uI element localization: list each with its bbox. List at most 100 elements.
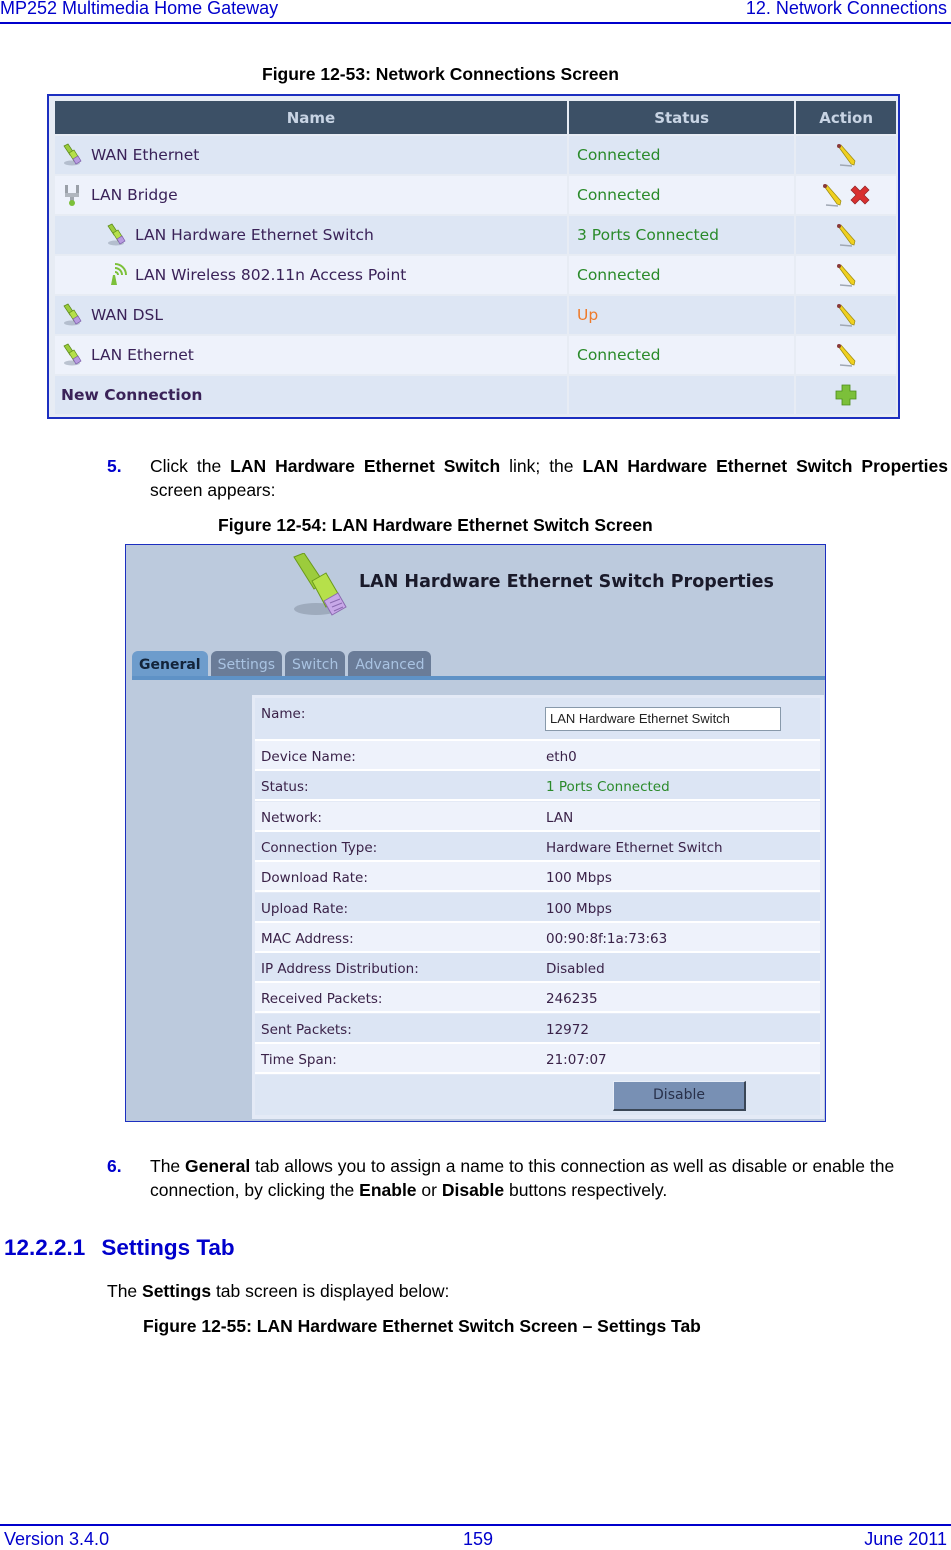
- property-value: 00:90:8f:1a:73:63: [546, 930, 668, 947]
- text-run: link; the: [500, 456, 583, 476]
- status-cell: Up: [569, 296, 795, 334]
- property-row: Device Name: eth0: [255, 741, 820, 771]
- text-run: Click the: [150, 456, 231, 476]
- button-row: Disable: [255, 1075, 820, 1115]
- col-header-name[interactable]: Name: [55, 101, 567, 134]
- text-run: The: [150, 1156, 186, 1176]
- name-label: Name:: [261, 706, 306, 722]
- connection-link[interactable]: LAN Wireless 802.11n Access Point: [135, 266, 406, 284]
- connection-link[interactable]: WAN Ethernet: [91, 146, 199, 164]
- connection-link[interactable]: WAN DSL: [91, 306, 163, 324]
- text-run: or: [416, 1180, 442, 1200]
- property-label: Download Rate:: [261, 870, 368, 887]
- connection-name[interactable]: WAN Ethernet: [61, 143, 567, 167]
- chapter-title: 12. Network Connections: [745, 0, 947, 18]
- tab-advanced[interactable]: Advanced: [348, 651, 432, 677]
- step-5-text: Click the LAN Hardware Ethernet Switch l…: [150, 454, 948, 502]
- footer-version: Version 3.4.0: [4, 1529, 110, 1549]
- connections-table: Name Status Action WAN Ethernet Connected…: [53, 99, 898, 416]
- property-row: Time Span: 21:07:07: [255, 1044, 820, 1074]
- ethernet-cable-icon: [61, 303, 85, 327]
- property-row: Upload Rate: 100 Mbps: [255, 892, 820, 923]
- property-row: Network: LAN: [255, 801, 820, 832]
- col-header-status[interactable]: Status: [569, 101, 795, 134]
- property-row: MAC Address: 00:90:8f:1a:73:63: [255, 922, 820, 953]
- connection-name[interactable]: LAN Hardware Ethernet Switch: [61, 223, 567, 247]
- property-label: Sent Packets:: [261, 1021, 352, 1038]
- status-cell: Connected: [569, 176, 795, 214]
- bold-term: General: [185, 1156, 251, 1176]
- property-value: 100 Mbps: [546, 870, 612, 887]
- section-heading: 12.2.2.1 Settings Tab: [4, 1235, 235, 1261]
- delete-icon[interactable]: [848, 183, 872, 207]
- table-row: LAN Hardware Ethernet Switch 3 Ports Conn…: [55, 216, 896, 254]
- connection-name[interactable]: LAN Bridge: [61, 183, 567, 207]
- edit-icon[interactable]: [834, 303, 858, 327]
- text-run: The: [107, 1281, 143, 1301]
- ethernet-cable-icon: [61, 143, 85, 167]
- connection-link[interactable]: LAN Hardware Ethernet Switch: [135, 226, 374, 244]
- connection-name[interactable]: LAN Ethernet: [61, 343, 567, 367]
- property-row: Status: 1 Ports Connected: [255, 771, 820, 802]
- property-row: Received Packets: 246235: [255, 983, 820, 1014]
- tab-underline: [132, 676, 825, 680]
- switch-properties-screen: LAN Hardware Ethernet Switch Properties …: [125, 544, 826, 1122]
- connection-link[interactable]: LAN Ethernet: [91, 346, 194, 364]
- bold-term: Settings: [142, 1281, 212, 1301]
- connection-name-cell: LAN Hardware Ethernet Switch: [55, 216, 567, 254]
- step-6-number: 6.: [107, 1156, 122, 1176]
- screen-title: LAN Hardware Ethernet Switch Properties: [359, 572, 774, 592]
- new-connection-row: New Connection: [55, 376, 896, 414]
- col-header-action: Action: [796, 101, 896, 134]
- action-cell: [796, 296, 896, 334]
- property-label: IP Address Distribution:: [261, 961, 419, 978]
- tab-bar: General Settings Switch Advanced: [132, 651, 432, 677]
- property-row: Connection Type: Hardware Ethernet Switch: [255, 831, 820, 862]
- section-title: Settings Tab: [101, 1235, 235, 1260]
- edit-icon[interactable]: [834, 343, 858, 367]
- property-label: MAC Address:: [261, 930, 354, 947]
- new-connection-link[interactable]: New Connection: [55, 376, 567, 414]
- property-label: Connection Type:: [261, 839, 378, 856]
- property-value: Disabled: [546, 961, 605, 978]
- property-value: Hardware Ethernet Switch: [546, 839, 723, 856]
- property-label: Received Packets:: [261, 991, 383, 1008]
- property-label: Device Name:: [261, 749, 356, 765]
- text-run: buttons respectively.: [504, 1180, 668, 1200]
- action-cell: [796, 176, 896, 214]
- property-label: Status:: [261, 779, 309, 796]
- ethernet-cable-icon: [286, 552, 356, 625]
- property-label: Upload Rate:: [261, 900, 349, 917]
- status-cell: Connected: [569, 336, 795, 374]
- edit-icon[interactable]: [834, 143, 858, 167]
- connection-name-cell: LAN Wireless 802.11n Access Point: [55, 256, 567, 294]
- tab-settings[interactable]: Settings: [210, 651, 283, 677]
- bold-term: Disable: [441, 1180, 505, 1200]
- table-row: WAN DSL Up: [55, 296, 896, 334]
- connection-name[interactable]: LAN Wireless 802.11n Access Point: [61, 263, 567, 287]
- property-row: Download Rate: 100 Mbps: [255, 862, 820, 893]
- action-cell: [796, 216, 896, 254]
- add-icon[interactable]: [834, 383, 858, 407]
- name-input[interactable]: LAN Hardware Ethernet Switch: [545, 707, 781, 731]
- doc-title: MP252 Multimedia Home Gateway: [0, 0, 279, 18]
- tab-switch[interactable]: Switch: [285, 651, 346, 677]
- edit-icon[interactable]: [820, 183, 844, 207]
- text-run: tab screen is displayed below:: [211, 1281, 450, 1301]
- text-run: screen appears:: [150, 480, 276, 500]
- status-cell: Connected: [569, 136, 795, 174]
- connection-name[interactable]: WAN DSL: [61, 303, 567, 327]
- table-row: WAN Ethernet Connected: [55, 136, 896, 174]
- connection-link[interactable]: LAN Bridge: [91, 186, 178, 204]
- status-cell: Connected: [569, 256, 795, 294]
- disable-button[interactable]: Disable: [613, 1081, 746, 1111]
- tab-general[interactable]: General: [132, 651, 208, 677]
- section-number: 12.2.2.1: [4, 1235, 86, 1260]
- edit-icon[interactable]: [834, 263, 858, 287]
- table-row: LAN Bridge Connected: [55, 176, 896, 214]
- property-row: IP Address Distribution: Disabled: [255, 953, 820, 984]
- bold-term: LAN Hardware Ethernet Switch: [230, 456, 501, 476]
- property-value: 100 Mbps: [546, 900, 612, 917]
- action-cell: [796, 336, 896, 374]
- edit-icon[interactable]: [834, 223, 858, 247]
